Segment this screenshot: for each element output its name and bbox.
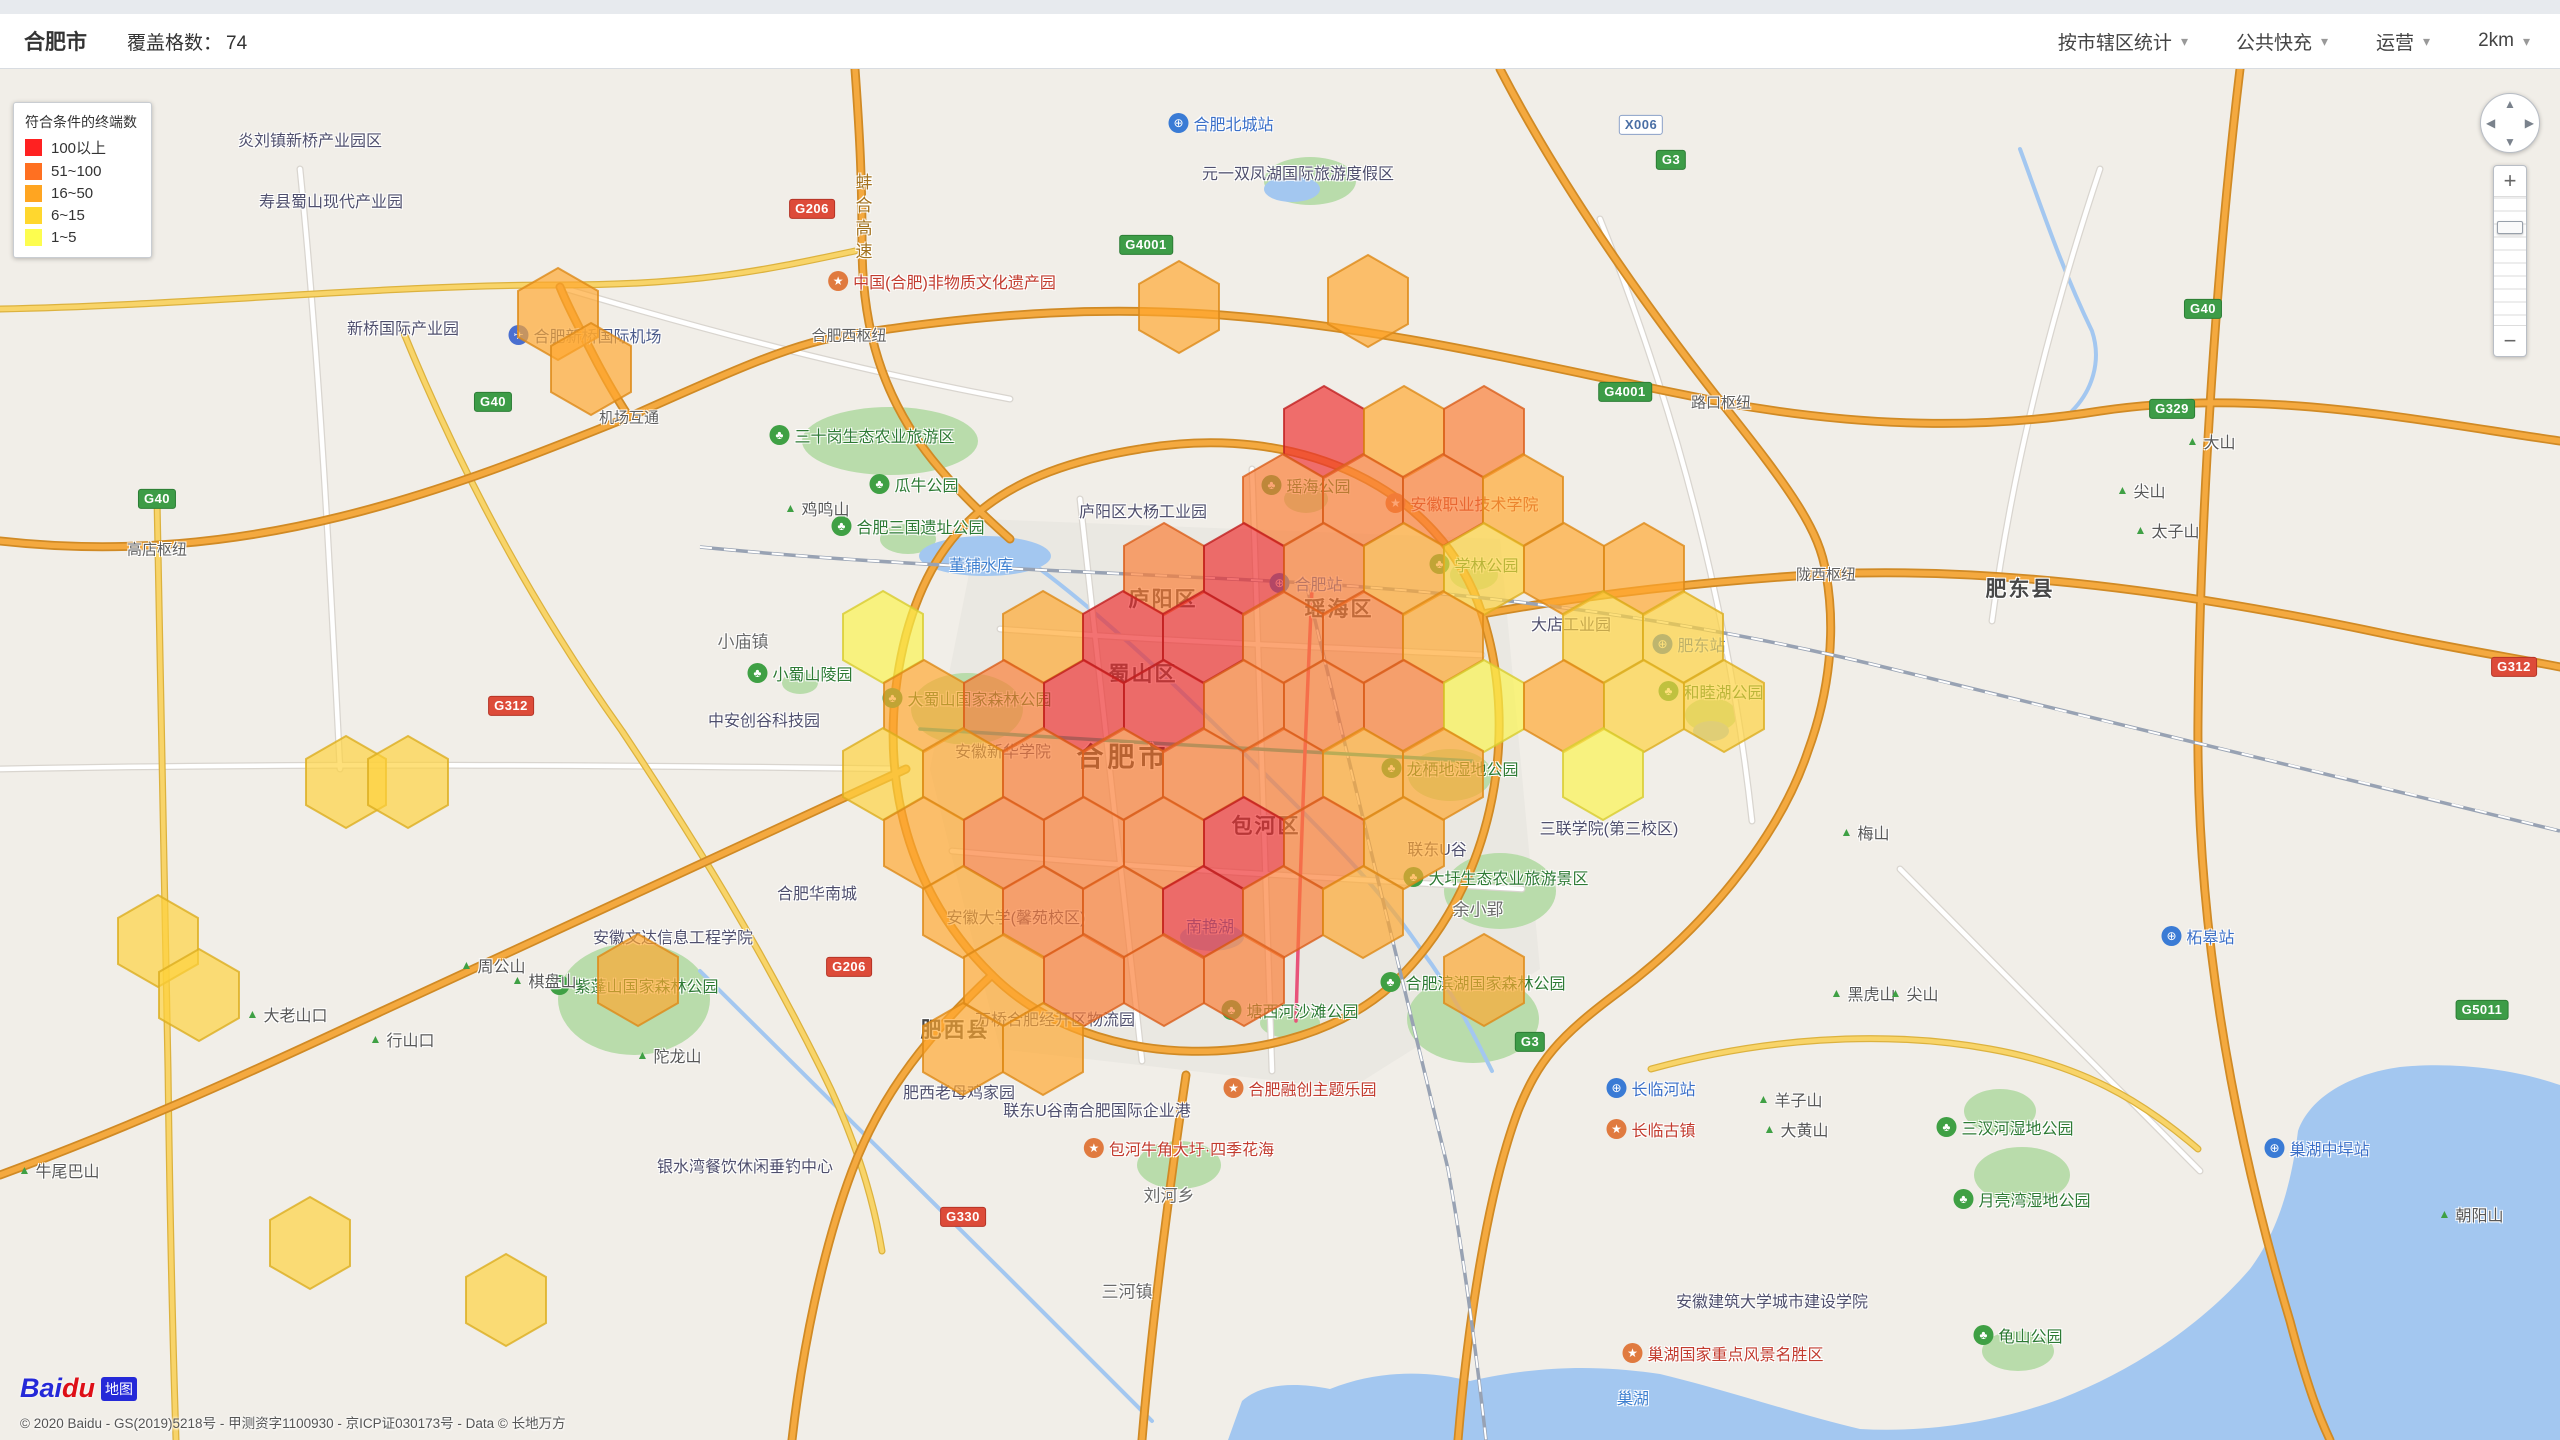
- dropdown-label: 2km: [2478, 30, 2514, 52]
- legend-item: 1~5: [25, 229, 137, 246]
- legend-item: 16~50: [25, 185, 137, 202]
- hex-cell[interactable]: [1139, 261, 1219, 353]
- legend-swatch: [25, 163, 42, 180]
- zoom-in-button[interactable]: +: [2494, 166, 2526, 196]
- legend-item: 51~100: [25, 163, 137, 180]
- chevron-down-icon: ▾: [2423, 33, 2430, 50]
- hex-cell[interactable]: [1328, 255, 1408, 347]
- legend-label: 100以上: [51, 137, 106, 158]
- city-name: 合肥市: [24, 26, 87, 56]
- toolbar-dropdown[interactable]: 运营 ▾: [2376, 28, 2430, 55]
- legend-item: 100以上: [25, 137, 137, 158]
- pan-down-icon[interactable]: ▼: [2504, 136, 2516, 148]
- toolbar-left: 合肥市 覆盖格数：74: [24, 26, 247, 56]
- hex-cell[interactable]: [1444, 934, 1524, 1026]
- legend-swatch: [25, 139, 42, 156]
- coverage-count: 覆盖格数：74: [127, 28, 247, 55]
- pan-control[interactable]: ▲ ▼ ◀ ▶: [2480, 93, 2540, 153]
- pan-right-icon[interactable]: ▶: [2525, 117, 2534, 129]
- legend-items: 100以上 51~100 16~50 6~15 1~5: [25, 137, 137, 246]
- legend-label: 6~15: [51, 207, 85, 224]
- zoom-slider-track[interactable]: [2494, 196, 2526, 326]
- pan-left-icon[interactable]: ◀: [2486, 117, 2495, 129]
- dropdown-label: 按市辖区统计: [2058, 28, 2172, 55]
- toolbar-filters: 按市辖区统计 ▾ 公共快充 ▾ 运营 ▾ 2km ▾: [2058, 28, 2530, 55]
- top-strip: [0, 0, 2560, 14]
- zoom-slider-handle[interactable]: [2497, 221, 2523, 234]
- zoom-out-button[interactable]: −: [2494, 326, 2526, 356]
- legend-label: 16~50: [51, 185, 93, 202]
- pan-up-icon[interactable]: ▲: [2504, 98, 2516, 110]
- hex-cell[interactable]: [368, 736, 448, 828]
- legend-swatch: [25, 229, 42, 246]
- top-toolbar: 合肥市 覆盖格数：74 按市辖区统计 ▾ 公共快充 ▾ 运营 ▾ 2km ▾: [0, 14, 2560, 69]
- hex-cell[interactable]: [270, 1197, 350, 1289]
- app-screen: 合肥市 覆盖格数：74 按市辖区统计 ▾ 公共快充 ▾ 运营 ▾ 2km ▾: [0, 0, 2560, 1440]
- hex-cell[interactable]: [598, 934, 678, 1026]
- hex-cell[interactable]: [466, 1254, 546, 1346]
- map-canvas[interactable]: 合肥市庐阳区蜀山区瑶海区包河区肥西县肥东县合肥西枢纽机场互通高店枢纽陇西枢纽路口…: [0, 69, 2560, 1440]
- dropdown-label: 公共快充: [2236, 28, 2312, 55]
- logo-du: du: [62, 1373, 95, 1403]
- chevron-down-icon: ▾: [2321, 33, 2328, 50]
- toolbar-dropdown[interactable]: 2km ▾: [2478, 30, 2530, 52]
- zoom-control[interactable]: + −: [2493, 165, 2527, 357]
- dropdown-label: 运营: [2376, 28, 2414, 55]
- map-attribution: © 2020 Baidu - GS(2019)5218号 - 甲测资字11009…: [20, 1412, 566, 1432]
- coverage-label: 覆盖格数：: [127, 33, 222, 54]
- legend-label: 51~100: [51, 163, 101, 180]
- hex-grid-layer: [0, 69, 2560, 1440]
- legend-swatch: [25, 185, 42, 202]
- coverage-value: 74: [226, 33, 247, 54]
- legend-label: 1~5: [51, 229, 76, 246]
- legend-title: 符合条件的终端数: [25, 112, 137, 132]
- chevron-down-icon: ▾: [2181, 33, 2188, 50]
- chevron-down-icon: ▾: [2523, 33, 2530, 50]
- toolbar-dropdown[interactable]: 按市辖区统计 ▾: [2058, 28, 2188, 55]
- logo-map-chip: 地图: [101, 1377, 137, 1401]
- baidu-logo[interactable]: Baidu 地图: [20, 1373, 137, 1404]
- logo-bai: Bai: [20, 1373, 62, 1403]
- legend-item: 6~15: [25, 207, 137, 224]
- legend-swatch: [25, 207, 42, 224]
- toolbar-dropdown[interactable]: 公共快充 ▾: [2236, 28, 2328, 55]
- legend-panel: 符合条件的终端数 100以上 51~100 16~50 6~15 1~5: [13, 102, 152, 258]
